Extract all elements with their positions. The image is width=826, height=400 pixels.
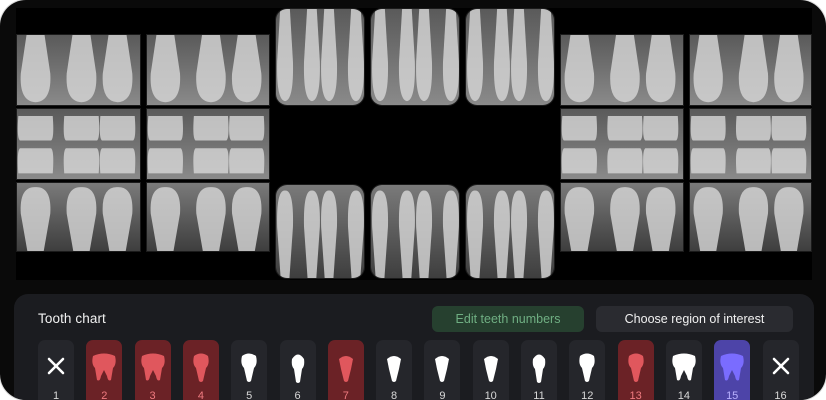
xray-lower-left-premolar[interactable] [560,182,684,252]
tooth-10[interactable]: 10 [472,340,509,400]
tooth-number-label: 15 [726,390,739,400]
tooth-15[interactable]: 15 [714,340,751,400]
tooth-11[interactable]: 11 [521,340,557,400]
tooth-6[interactable]: 6 [279,340,316,400]
incisor-icon [483,356,498,382]
tooth-2[interactable]: 2 [86,340,123,400]
premolar-icon [241,353,257,382]
tooth-16[interactable]: 16 [762,340,799,400]
tooth-3[interactable]: 3 [134,340,171,400]
xray-upper-left-canine[interactable] [465,8,555,106]
tooth-number-label: 13 [629,390,642,400]
incisor-icon [387,356,402,382]
premolar-icon [193,353,209,382]
missing-tooth-icon [772,357,789,375]
xray-upper-right-premolar[interactable] [146,34,270,106]
tooth-chart-title: Tooth chart [38,311,106,326]
molar-icon [672,353,696,381]
xray-upper-left-premolar[interactable] [560,34,684,106]
xray-bitewing-right-premolar[interactable] [146,108,270,180]
xray-bitewing-left-molar[interactable] [689,108,812,180]
missing-tooth-icon [47,357,65,375]
xray-upper-incisors[interactable] [370,8,460,106]
edit-teeth-numbers-button[interactable]: Edit teeth numbers [432,306,584,332]
tooth-number-label: 4 [197,390,204,400]
tooth-8[interactable]: 8 [376,340,413,400]
xray-lower-left-canine[interactable] [465,184,555,279]
xray-lower-right-molar[interactable] [16,182,141,252]
canine-icon [532,354,546,383]
xray-upper-left-molar[interactable] [689,34,812,106]
premolar-icon [579,353,595,382]
xray-series-board [16,8,812,280]
tooth-number-label: 10 [484,390,497,400]
molar-icon [140,353,165,381]
tooth-number-label: 6 [294,390,301,400]
app-window: Tooth chart Edit teeth numbers Choose re… [0,0,826,400]
tooth-13[interactable]: 13 [617,340,654,400]
molar-icon [720,353,744,381]
tooth-12[interactable]: 12 [569,340,606,400]
xray-bitewing-right-molar[interactable] [16,108,141,180]
choose-region-of-interest-button[interactable]: Choose region of interest [596,306,793,332]
tooth-number-label: 2 [101,390,108,400]
xray-lower-left-molar[interactable] [689,182,812,252]
tooth-14[interactable]: 14 [665,340,702,400]
tooth-number-label: 11 [533,390,545,400]
xray-lower-right-canine[interactable] [275,184,365,279]
xray-lower-incisors[interactable] [370,184,460,279]
tooth-number-label: 9 [439,390,446,400]
incisor-icon [435,356,450,382]
xray-upper-right-molar[interactable] [16,34,141,106]
tooth-chart-panel: Tooth chart Edit teeth numbers Choose re… [14,294,814,400]
tooth-number-label: 3 [149,390,156,400]
molar-icon [92,353,116,381]
xray-lower-right-premolar[interactable] [146,182,270,252]
tooth-9[interactable]: 9 [424,340,461,400]
tooth-number-label: 8 [391,390,398,400]
tooth-number-label: 14 [677,390,691,400]
xray-bitewing-left-premolar[interactable] [560,108,684,180]
tooth-number-label: 12 [581,390,594,400]
teeth-row: 1 2 3 4 5 6 7 8 9 10 11 12 13 14 15 16 [38,340,799,400]
tooth-number-label: 7 [342,390,349,400]
tooth-number-label: 16 [774,390,787,400]
tooth-7[interactable]: 7 [327,340,364,400]
premolar-icon [627,353,644,382]
xray-upper-right-canine[interactable] [275,8,365,106]
canine-icon [291,354,304,383]
tooth-5[interactable]: 5 [231,340,268,400]
tooth-4[interactable]: 4 [182,340,219,400]
tooth-number-label: 5 [246,390,253,400]
tooth-number-label: 1 [52,390,60,400]
incisor-icon [338,356,353,382]
tooth-1[interactable]: 1 [38,340,74,400]
